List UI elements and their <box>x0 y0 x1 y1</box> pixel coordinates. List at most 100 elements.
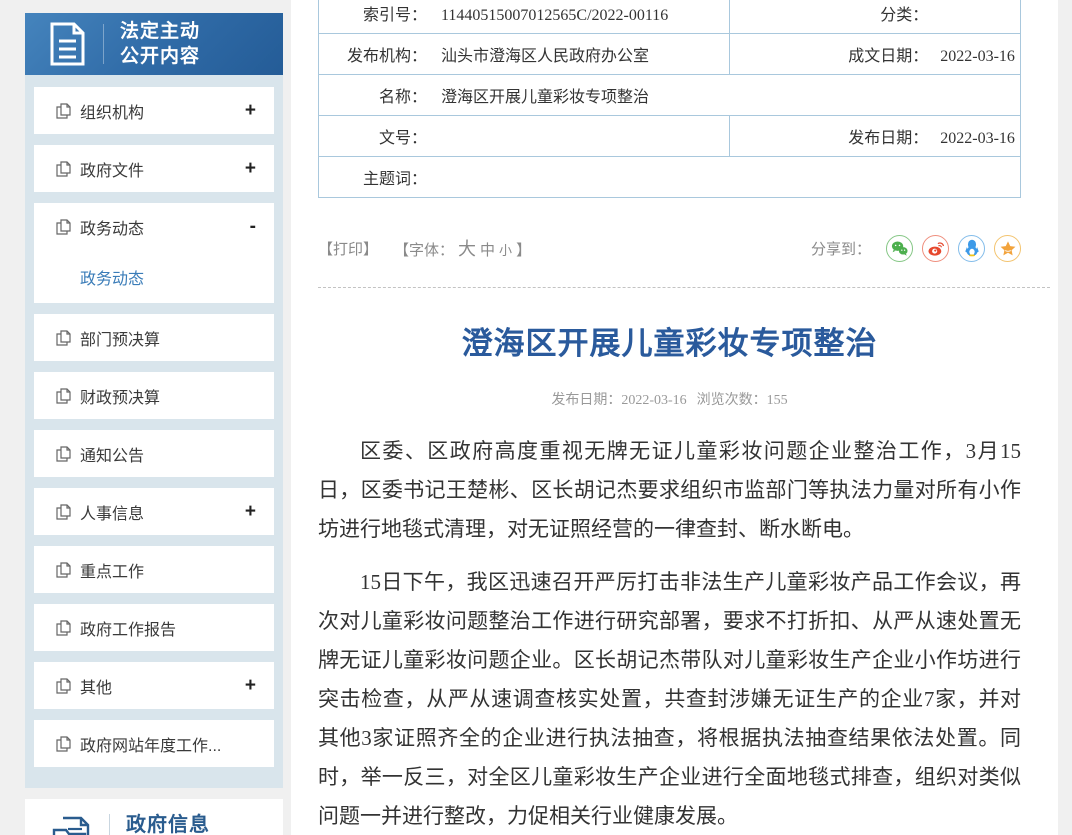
print-button[interactable]: 【打印】 <box>318 238 378 259</box>
font-size-large-button[interactable]: 大 <box>458 235 476 261</box>
wechat-icon <box>891 241 908 256</box>
page-copy-icon <box>56 735 71 752</box>
sidebar-item-label: 人事信息 <box>80 505 145 523</box>
article-body: 区委、区政府高度重视无牌无证儿童彩妆问题企业整治工作，3月15日，区委书记王楚彬… <box>318 432 1021 835</box>
star-icon <box>1000 240 1015 255</box>
page-copy-icon <box>56 619 71 636</box>
page-copy-icon <box>56 102 71 119</box>
sidebar-subitem-gov-news[interactable]: 政务动态 <box>34 250 274 303</box>
index-number-cell: 索引号： 11440515007012565C/2022-00116 <box>317 0 731 34</box>
sidebar-item-gov-news[interactable]: 政务动态 - 政务动态 <box>34 203 274 303</box>
keywords-label: 主题词： <box>362 171 427 188</box>
name-label: 名称： <box>378 89 427 106</box>
sidebar-header: 法定主动 公开内容 <box>25 13 283 75</box>
qq-share-button[interactable] <box>958 234 985 262</box>
font-size-suffix: 】 <box>516 243 532 259</box>
page-copy-icon <box>56 445 71 462</box>
doc-number-cell: 文号： <box>317 115 731 157</box>
plus-icon[interactable]: + <box>245 675 256 697</box>
footer-panel-title: 政府信息 公开年报 <box>126 812 210 835</box>
publish-date-meta-value: 2022-03-16 <box>621 393 687 408</box>
doc-number-label: 文号： <box>378 130 427 147</box>
views-value: 155 <box>766 393 788 408</box>
table-row: 文号： 发布日期： 2022-03-16 <box>317 115 1021 157</box>
minus-icon[interactable]: - <box>250 216 256 238</box>
sidebar-title: 法定主动 公开内容 <box>120 19 200 69</box>
sidebar-item-key-work[interactable]: 重点工作 <box>34 546 274 593</box>
page: 法定主动 公开内容 组织机构 + 政府文件 + 政务动态 - 政务动态 部门预决… <box>0 0 1072 835</box>
dashed-divider <box>318 287 1050 288</box>
publish-date-label: 发布日期： <box>848 130 929 147</box>
wechat-share-button[interactable] <box>886 234 913 262</box>
font-size-small-button[interactable]: 小 <box>499 240 512 259</box>
sidebar-item-gov-documents[interactable]: 政府文件 + <box>34 145 274 192</box>
sidebar-subitem-label[interactable]: 政务动态 <box>80 265 144 289</box>
table-row: 主题词： <box>318 156 1021 198</box>
written-date-cell: 成文日期： 2022-03-16 <box>729 33 1021 75</box>
sidebar-item-notices[interactable]: 通知公告 <box>34 430 274 477</box>
document-meta-table: 索引号： 11440515007012565C/2022-00116 分类： 发布… <box>317 0 1021 198</box>
footer-panel-divider <box>109 814 110 835</box>
sidebar-item-other[interactable]: 其他 + <box>34 662 274 709</box>
index-number-value: 11440515007012565C/2022-00116 <box>441 7 669 24</box>
header-divider <box>103 24 104 64</box>
sidebar-item-website-annual-report[interactable]: 政府网站年度工作... <box>34 720 274 767</box>
folder-report-icon <box>49 812 97 835</box>
font-size-control: 【字体： 大 中 小 】 <box>392 235 533 261</box>
footer-title-line1: 政府信息 <box>126 814 210 835</box>
sidebar-item-dept-budget[interactable]: 部门预决算 <box>34 314 274 361</box>
page-copy-icon <box>56 503 71 520</box>
weibo-share-button[interactable] <box>922 234 949 262</box>
publish-date-cell: 发布日期： 2022-03-16 <box>729 115 1021 157</box>
category-label: 分类： <box>880 7 929 24</box>
views-label: 浏览次数： <box>696 393 767 408</box>
sidebar-item-personnel[interactable]: 人事信息 + <box>34 488 274 535</box>
page-copy-icon <box>56 387 71 404</box>
gov-info-annual-report-panel[interactable]: 政府信息 公开年报 <box>25 799 283 835</box>
plus-icon[interactable]: + <box>245 100 256 122</box>
name-value: 澄海区开展儿童彩妆专项整治 <box>441 89 650 106</box>
weibo-icon <box>928 241 944 256</box>
article-paragraph: 区委、区政府高度重视无牌无证儿童彩妆问题企业整治工作，3月15日，区委书记王楚彬… <box>318 439 1021 541</box>
sidebar-item-gov-work-report[interactable]: 政府工作报告 <box>34 604 274 651</box>
sidebar-title-line2: 公开内容 <box>120 46 201 67</box>
page-copy-icon <box>56 677 71 694</box>
font-size-prefix: 【字体： <box>394 243 455 259</box>
written-date-label: 成文日期： <box>848 48 929 65</box>
page-copy-icon <box>56 329 71 346</box>
sidebar-item-finance-budget[interactable]: 财政预决算 <box>34 372 274 419</box>
article-meta: 发布日期：2022-03-16 浏览次数：155 <box>318 389 1021 409</box>
index-number-label: 索引号： <box>362 7 427 24</box>
sidebar-item-label: 政府网站年度工作... <box>80 737 222 755</box>
publisher-label: 发布机构： <box>346 48 427 65</box>
publisher-cell: 发布机构： 汕头市澄海区人民政府办公室 <box>317 33 731 75</box>
article-paragraph: 15日下午，我区迅速召开严厉打击非法生产儿童彩妆产品工作会议，再次对儿童彩妆问题… <box>318 570 1021 828</box>
sidebar-item-label: 政府文件 <box>80 162 145 180</box>
sidebar-item-label: 重点工作 <box>80 563 145 581</box>
table-row: 索引号： 11440515007012565C/2022-00116 分类： <box>317 0 1021 34</box>
sidebar-item-label: 财政预决算 <box>80 389 161 407</box>
table-row: 名称： 澄海区开展儿童彩妆专项整治 <box>318 74 1021 116</box>
sidebar: 法定主动 公开内容 组织机构 + 政府文件 + 政务动态 - 政务动态 部门预决… <box>25 13 283 835</box>
publish-date-meta-label: 发布日期： <box>551 393 622 408</box>
sidebar-item-organization[interactable]: 组织机构 + <box>34 87 274 134</box>
sidebar-item-label: 政府工作报告 <box>80 621 177 639</box>
share-bar: 分享到： <box>811 234 1021 262</box>
sidebar-item-label: 部门预决算 <box>80 331 161 349</box>
publish-date-value: 2022-03-16 <box>940 130 1015 147</box>
plus-icon[interactable]: + <box>245 501 256 523</box>
qq-icon <box>964 239 979 257</box>
sidebar-item-label: 组织机构 <box>80 104 145 122</box>
sidebar-title-line1: 法定主动 <box>120 21 201 42</box>
sidebar-menu: 组织机构 + 政府文件 + 政务动态 - 政务动态 部门预决算 财政预决算 通知… <box>25 75 283 788</box>
sidebar-item-label: 政务动态 <box>80 220 145 238</box>
publisher-value: 汕头市澄海区人民政府办公室 <box>441 48 650 65</box>
keywords-cell: 主题词： <box>318 156 1021 198</box>
plus-icon[interactable]: + <box>245 158 256 180</box>
article-title: 澄海区开展儿童彩妆专项整治 <box>461 326 878 361</box>
star-share-button[interactable] <box>994 234 1021 262</box>
sidebar-item-label: 通知公告 <box>80 447 145 465</box>
font-size-medium-button[interactable]: 中 <box>480 239 495 260</box>
page-copy-icon <box>56 561 71 578</box>
page-copy-icon <box>56 160 71 177</box>
